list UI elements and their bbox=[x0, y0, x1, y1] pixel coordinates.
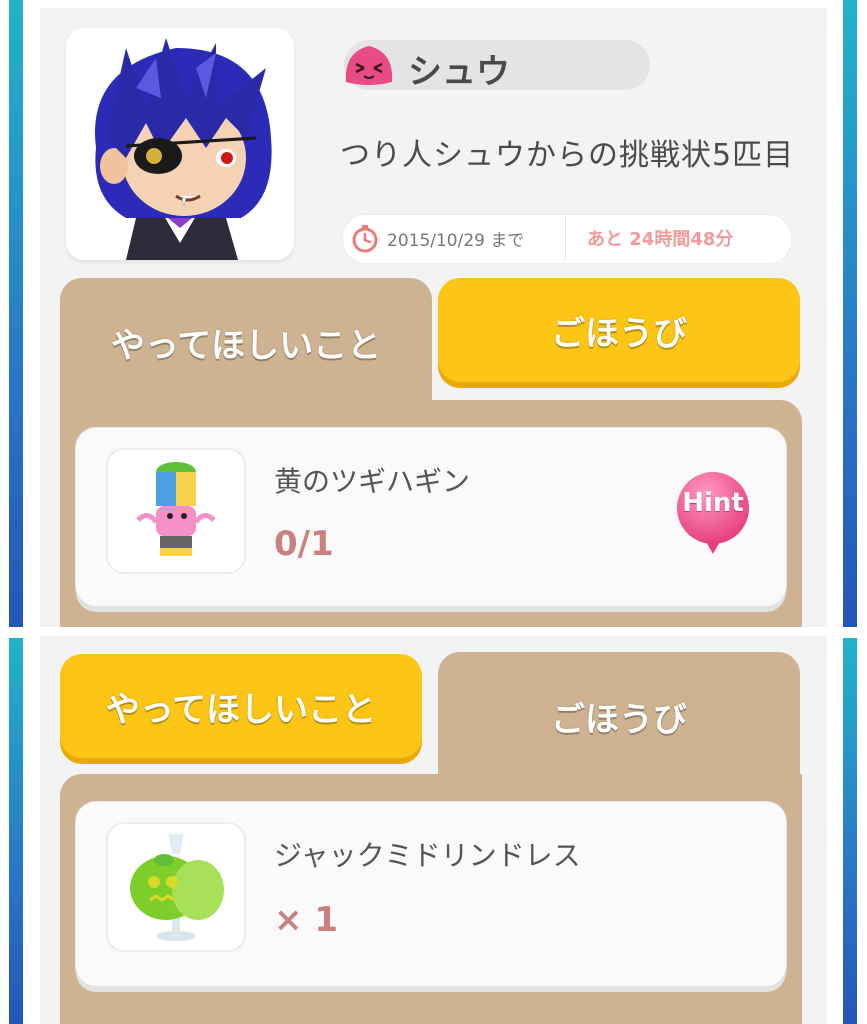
jack-dress-icon bbox=[130, 834, 224, 941]
item-thumbnail bbox=[106, 448, 246, 574]
request-item-name: 黄のツギハギン bbox=[274, 465, 471, 498]
character-name: シュウ bbox=[408, 52, 510, 92]
reward-item-card: ジャックミドリンドレス × 1 bbox=[76, 802, 786, 986]
right-edge-top bbox=[843, 0, 857, 627]
deadline-divider bbox=[565, 216, 566, 260]
avatar bbox=[66, 28, 294, 260]
tab-reward-active[interactable]: ごほうび bbox=[438, 652, 800, 780]
challenge-title: つり人シュウからの挑戦状5匹目 bbox=[340, 138, 795, 173]
request-item-progress: 0/1 bbox=[274, 524, 334, 564]
left-edge-top bbox=[9, 0, 23, 627]
remaining-time: あと 24時間48分 bbox=[587, 229, 734, 250]
character-portrait-icon bbox=[95, 38, 272, 260]
item-thumbnail bbox=[106, 822, 246, 952]
tab-request-inactive[interactable]: やってほしいこと bbox=[60, 654, 422, 758]
tab-reward[interactable]: ごほうび bbox=[438, 278, 800, 382]
deadline-date: 2015/10/29 まで bbox=[387, 231, 525, 251]
tab-request[interactable]: やってほしいこと bbox=[60, 278, 432, 406]
right-edge-bottom bbox=[843, 638, 857, 1024]
left-edge-bottom bbox=[9, 638, 23, 1024]
clock-icon bbox=[352, 225, 378, 253]
hint-label: Hint bbox=[682, 488, 744, 518]
reward-item-name: ジャックミドリンドレス bbox=[274, 839, 581, 872]
challenge-panel: シュウ つり人シュウからの挑戦状5匹目 2015/10/29 まで あと 24時… bbox=[40, 8, 827, 627]
slime-face-icon bbox=[345, 46, 393, 85]
reward-panel: ごほうび やってほしいこと ジャックミドリンドレス × 1 bbox=[40, 636, 827, 1024]
reward-item-quantity: × 1 bbox=[274, 900, 338, 940]
patchwork-monster-icon bbox=[136, 462, 216, 556]
